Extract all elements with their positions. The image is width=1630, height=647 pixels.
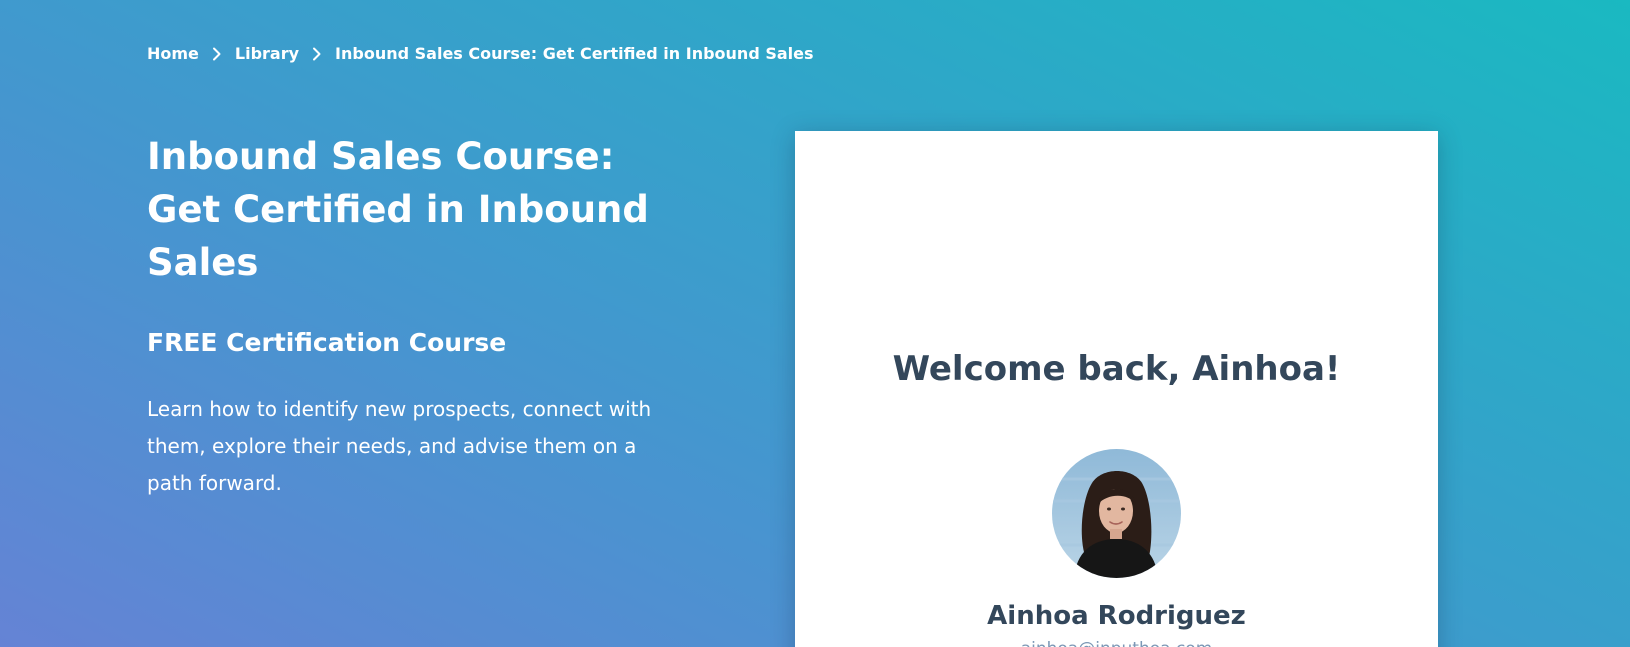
user-email: ainhoa@inputhoa.com	[795, 639, 1438, 647]
welcome-card: Welcome back, Ainhoa! Ainhoa Rodriguez	[795, 131, 1438, 647]
course-subtitle: FREE Certification Course	[147, 328, 507, 357]
user-name: Ainhoa Rodriguez	[987, 601, 1246, 631]
avatar	[1052, 449, 1181, 578]
chevron-right-icon	[299, 47, 335, 61]
hero-section: Inbound Sales Course: Get Certified in I…	[147, 130, 687, 502]
welcome-heading: Welcome back, Ainhoa!	[892, 349, 1341, 389]
chevron-right-icon	[199, 47, 235, 61]
course-description: Learn how to identify new prospects, con…	[147, 397, 652, 495]
page-title: Inbound Sales Course: Get Certified in I…	[147, 135, 649, 284]
breadcrumb-current-page[interactable]: Inbound Sales Course: Get Certified in I…	[335, 44, 813, 63]
breadcrumb-home-link[interactable]: Home	[147, 44, 199, 63]
breadcrumb-library-link[interactable]: Library	[235, 44, 299, 63]
breadcrumb: Home Library Inbound Sales Course: Get C…	[147, 44, 814, 63]
